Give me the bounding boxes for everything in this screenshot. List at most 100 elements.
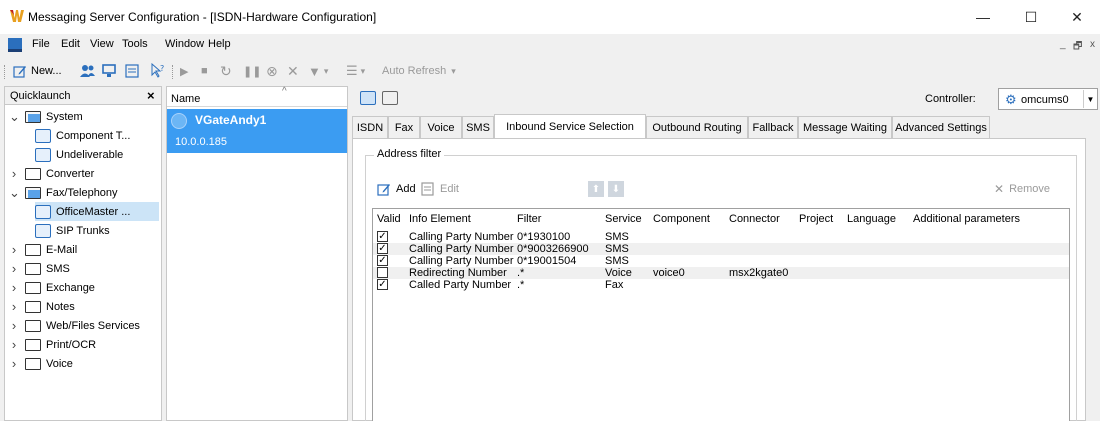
chevron-right-icon[interactable]: › [9, 280, 19, 295]
tree-item-sip-trunks[interactable]: SIP Trunks [35, 221, 159, 240]
chevron-right-icon[interactable]: › [9, 356, 19, 371]
device-name: VGateAndy1 [195, 113, 267, 127]
chevron-right-icon[interactable]: › [9, 337, 19, 352]
move-up-button[interactable]: ⬆ [588, 180, 604, 198]
pause-icon: ❚❚ [243, 65, 262, 78]
menu-view[interactable]: View [90, 38, 114, 50]
tree-item-notes[interactable]: › Notes [9, 297, 159, 316]
remove-button[interactable]: ✕ Remove [994, 180, 1050, 198]
edit-button[interactable]: Edit [420, 180, 459, 198]
remove-x-icon: ✕ [994, 182, 1005, 196]
tab-message-waiting[interactable]: Message Waiting [798, 116, 892, 138]
help-pointer-button[interactable]: ? [150, 62, 166, 80]
address-filter-table: Valid Info Element Filter Service Component C… [372, 208, 1070, 421]
restart-button[interactable]: ↻ [220, 62, 232, 80]
tree-item-component-t[interactable]: Component T... [35, 126, 159, 145]
quicklaunch-close-button[interactable]: × [147, 88, 155, 103]
new-button[interactable]: New... [12, 62, 62, 80]
checkbox-checked[interactable]: ✓ [377, 231, 388, 242]
columns-button[interactable]: ☰ ▾ [346, 62, 365, 80]
menu-edit[interactable]: Edit [61, 38, 80, 50]
column-header-language[interactable]: Language [847, 213, 896, 225]
view-toggle-tray-alt-icon[interactable] [382, 91, 398, 105]
column-header-service[interactable]: Service [605, 213, 642, 225]
tab-fallback[interactable]: Fallback [748, 116, 798, 138]
checkbox-checked[interactable]: ✓ [377, 279, 388, 290]
view-toggle-tray-icon[interactable] [360, 91, 376, 105]
column-header-additional-parameters[interactable]: Additional parameters [913, 213, 1020, 225]
tree-item-web-files-services[interactable]: › Web/Files Services [9, 316, 159, 335]
move-down-button[interactable]: ⬇ [608, 180, 624, 198]
chevron-down-icon: ▼ [1083, 90, 1097, 108]
table-row[interactable]: ✓ Called Party Number .* Fax [373, 279, 1069, 291]
play-button[interactable]: ▶ [180, 62, 188, 80]
name-column-header[interactable]: Name ^ [167, 86, 347, 107]
tab-advanced-settings[interactable]: Advanced Settings [892, 116, 990, 138]
checkbox-checked[interactable]: ✓ [377, 243, 388, 254]
delete-button[interactable]: ✕ [287, 62, 299, 80]
tree-item-undeliverable[interactable]: Undeliverable [35, 145, 159, 164]
table-row[interactable]: ✓ Calling Party Number 0*1930100 SMS [373, 231, 1069, 243]
controller-select[interactable]: ⚙ omcums0 ▼ [998, 88, 1098, 110]
chevron-right-icon[interactable]: › [9, 242, 19, 257]
maximize-button[interactable]: ☐ [1008, 4, 1054, 30]
table-row[interactable]: Redirecting Number .* Voice voice0 msx2kgate… [373, 267, 1069, 279]
column-header-component[interactable]: Component [653, 213, 710, 225]
tab-fax[interactable]: Fax [388, 116, 420, 138]
column-header-info-element[interactable]: Info Element [409, 213, 471, 225]
chevron-right-icon[interactable]: › [9, 166, 19, 181]
column-header-project[interactable]: Project [799, 213, 833, 225]
tree-item-sms[interactable]: › SMS [9, 259, 159, 278]
close-button[interactable]: ✕ [1054, 4, 1100, 30]
chevron-down-icon[interactable]: ⌄ [9, 109, 20, 125]
add-button[interactable]: Add [376, 180, 416, 198]
column-header-connector[interactable]: Connector [729, 213, 780, 225]
delete-x-icon: ✕ [287, 62, 299, 79]
tree-item-converter[interactable]: › Converter [9, 164, 159, 183]
mdi-close-button[interactable]: x [1090, 39, 1095, 50]
cell-info-element: Called Party Number [409, 279, 512, 291]
menu-tools[interactable]: Tools [122, 38, 148, 50]
mdi-restore-button[interactable]: 🗗 [1073, 39, 1082, 56]
chevron-right-icon[interactable]: › [9, 261, 19, 276]
cancel-circle-button[interactable]: ⊗ [266, 62, 278, 80]
tree-item-system[interactable]: ⌄ System [9, 107, 159, 126]
columns-list-icon: ☰ [346, 63, 358, 78]
table-row[interactable]: ✓ Calling Party Number 0*9003266900 SMS [373, 243, 1069, 255]
checkbox-unchecked[interactable] [377, 267, 388, 278]
menu-window[interactable]: Window [165, 38, 204, 50]
minimize-button[interactable]: — [960, 4, 1006, 30]
chevron-right-icon[interactable]: › [9, 318, 19, 333]
tree-item-exchange[interactable]: › Exchange [9, 278, 159, 297]
tab-voice[interactable]: Voice [420, 116, 462, 138]
chevron-right-icon[interactable]: › [9, 299, 19, 314]
filter-button[interactable]: ▼ ▾ [308, 62, 328, 80]
tree-item-voice[interactable]: › Voice [9, 354, 159, 373]
monitor-button[interactable] [102, 62, 118, 80]
pause-button[interactable]: ❚❚ [243, 62, 261, 80]
table-row[interactable]: ✓ Calling Party Number 0*19001504 SMS [373, 255, 1069, 267]
column-header-valid[interactable]: Valid [377, 213, 401, 225]
chevron-down-icon[interactable]: ⌄ [9, 185, 20, 201]
list-view-button[interactable] [124, 62, 140, 80]
tab-outbound-routing[interactable]: Outbound Routing [646, 116, 748, 138]
menu-help[interactable]: Help [208, 38, 231, 50]
stop-button[interactable]: ■ [201, 62, 208, 80]
cell-service: SMS [605, 255, 629, 267]
menu-file[interactable]: File [32, 38, 50, 50]
column-header-filter[interactable]: Filter [517, 213, 541, 225]
tree-item-print-ocr[interactable]: › Print/OCR [9, 335, 159, 354]
device-item[interactable]: VGateAndy1 10.0.0.185 [167, 109, 347, 153]
checkbox-checked[interactable]: ✓ [377, 255, 388, 266]
device-ip: 10.0.0.185 [175, 136, 227, 148]
tab-sms[interactable]: SMS [462, 116, 494, 138]
mdi-minimize-button[interactable]: _ [1060, 39, 1066, 50]
tab-inbound-service-selection[interactable]: Inbound Service Selection [494, 114, 646, 138]
tree-item-fax-telephony[interactable]: ⌄ Fax/Telephony [9, 183, 159, 202]
tree-item-officemaster[interactable]: OfficeMaster ... [35, 202, 159, 221]
cell-info-element: Calling Party Number [409, 243, 514, 255]
tree-item-e-mail[interactable]: › E-Mail [9, 240, 159, 259]
auto-refresh-button[interactable]: Auto Refresh ▾ [382, 62, 456, 80]
tab-isdn[interactable]: ISDN [352, 116, 388, 138]
users-button[interactable] [80, 62, 96, 80]
